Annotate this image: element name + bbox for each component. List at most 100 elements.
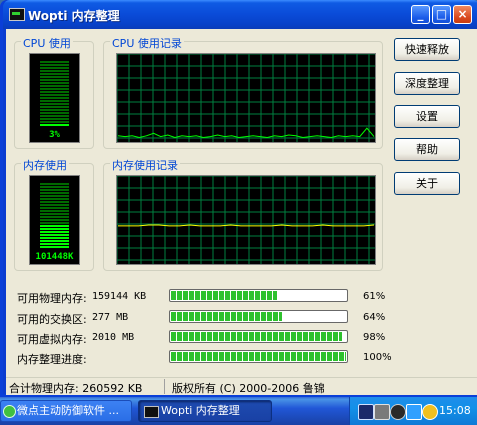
progress-fill bbox=[171, 291, 277, 300]
meter-segment bbox=[40, 76, 69, 78]
meter-segment bbox=[40, 124, 69, 126]
settings-button[interactable]: 设置 bbox=[394, 105, 460, 128]
mem-history-group: 内存使用记录 bbox=[103, 157, 383, 271]
meter-segment bbox=[40, 100, 69, 102]
stat-label: 可用物理内存: bbox=[17, 292, 87, 305]
taskbar-item-label: 微点主动防御软件 ... bbox=[17, 404, 119, 417]
meter-segment bbox=[40, 222, 69, 224]
taskbar-item-defense[interactable]: 微点主动防御软件 ... bbox=[0, 400, 132, 422]
meter-segment bbox=[40, 201, 69, 203]
stat-value: 277 MB bbox=[92, 312, 129, 323]
speaker-icon[interactable] bbox=[390, 404, 406, 420]
progress-bar bbox=[169, 289, 348, 302]
status-divider bbox=[164, 379, 165, 394]
shield-icon[interactable] bbox=[406, 404, 422, 420]
progress-bar bbox=[169, 350, 348, 363]
wopti-app-icon bbox=[144, 406, 159, 418]
stat-percent: 100% bbox=[363, 352, 392, 363]
monitor-icon[interactable] bbox=[358, 404, 374, 420]
mem-usage-group: 内存使用 101448K bbox=[14, 157, 94, 271]
cpu-usage-group: CPU 使用 3% bbox=[14, 35, 94, 149]
meter-segment bbox=[40, 70, 69, 72]
cpu-history-graph bbox=[116, 53, 376, 143]
cpu-meter-bars bbox=[40, 60, 69, 126]
progress-fill bbox=[171, 312, 283, 321]
cpu-usage-label: CPU 使用 bbox=[21, 35, 73, 51]
stat-value: 2010 MB bbox=[92, 332, 135, 343]
meter-segment bbox=[40, 234, 69, 236]
graph-svg bbox=[117, 176, 375, 264]
client-area: CPU 使用 3% CPU 使用记录 内存使用 101448K 内存使用记录 快… bbox=[6, 29, 477, 377]
graph-svg bbox=[117, 54, 375, 142]
defense-app-icon bbox=[3, 405, 16, 418]
clock: 15:08 bbox=[439, 404, 471, 417]
cpu-history-label: CPU 使用记录 bbox=[110, 35, 184, 51]
maximize-button[interactable]: □ bbox=[432, 5, 451, 24]
app-icon bbox=[9, 8, 25, 21]
quick-release-button[interactable]: 快速释放 bbox=[394, 38, 460, 61]
meter-segment bbox=[40, 219, 69, 221]
meter-segment bbox=[40, 61, 69, 63]
stat-percent: 61% bbox=[363, 291, 386, 302]
minimize-icon: _ bbox=[417, 7, 424, 21]
mem-meter-bars bbox=[40, 182, 69, 248]
meter-segment bbox=[40, 198, 69, 200]
progress-fill bbox=[171, 352, 346, 361]
meter-segment bbox=[40, 109, 69, 111]
stat-label: 内存整理进度: bbox=[17, 353, 87, 366]
meter-segment bbox=[40, 237, 69, 239]
meter-segment bbox=[40, 240, 69, 242]
meter-segment bbox=[40, 97, 69, 99]
meter-segment bbox=[40, 225, 69, 227]
minimize-button[interactable]: _ bbox=[411, 5, 430, 24]
mem-history-graph bbox=[116, 175, 376, 265]
about-button[interactable]: 关于 bbox=[394, 172, 460, 195]
meter-segment bbox=[40, 195, 69, 197]
status-bar: 合计物理内存: 260592 KB 版权所有 (C) 2000-2006 鲁锦 bbox=[6, 377, 477, 395]
meter-segment bbox=[40, 94, 69, 96]
mem-usage-label: 内存使用 bbox=[21, 157, 69, 173]
meter-segment bbox=[40, 228, 69, 230]
meter-segment bbox=[40, 243, 69, 245]
meter-segment bbox=[40, 121, 69, 123]
meter-segment bbox=[40, 192, 69, 194]
maximize-icon: □ bbox=[435, 7, 448, 21]
meter-segment bbox=[40, 85, 69, 87]
meter-segment bbox=[40, 88, 69, 90]
security-icon[interactable] bbox=[422, 404, 438, 420]
meter-segment bbox=[40, 186, 69, 188]
mem-meter: 101448K bbox=[29, 175, 80, 265]
stat-label: 可用的交换区: bbox=[17, 313, 87, 326]
mem-meter-value: 101448K bbox=[35, 252, 74, 262]
progress-bar bbox=[169, 310, 348, 323]
deep-clean-button[interactable]: 深度整理 bbox=[394, 72, 460, 95]
meter-segment bbox=[40, 67, 69, 69]
network-icon[interactable] bbox=[374, 404, 390, 420]
window-title: Wopti 内存整理 bbox=[28, 9, 120, 23]
close-icon: × bbox=[457, 7, 468, 21]
meter-segment bbox=[40, 246, 69, 248]
meter-segment bbox=[40, 91, 69, 93]
mem-history-label: 内存使用记录 bbox=[110, 157, 180, 173]
close-button[interactable]: × bbox=[453, 5, 472, 24]
meter-segment bbox=[40, 183, 69, 185]
meter-segment bbox=[40, 213, 69, 215]
meter-segment bbox=[40, 118, 69, 120]
meter-segment bbox=[40, 231, 69, 233]
stat-percent: 64% bbox=[363, 312, 386, 323]
progress-bar bbox=[169, 330, 348, 343]
stat-label: 可用虚拟内存: bbox=[17, 333, 87, 346]
meter-segment bbox=[40, 79, 69, 81]
cpu-meter: 3% bbox=[29, 53, 80, 143]
taskbar-item-wopti[interactable]: Wopti 内存整理 bbox=[138, 400, 272, 422]
history-line bbox=[117, 127, 375, 139]
progress-fill bbox=[171, 332, 343, 341]
meter-segment bbox=[40, 73, 69, 75]
status-copyright: 版权所有 (C) 2000-2006 鲁锦 bbox=[172, 382, 325, 395]
help-button[interactable]: 帮助 bbox=[394, 138, 460, 161]
cpu-meter-value: 3% bbox=[49, 130, 60, 140]
system-tray: 15:08 bbox=[349, 397, 477, 425]
meter-segment bbox=[40, 115, 69, 117]
meter-segment bbox=[40, 103, 69, 105]
title-bar[interactable]: Wopti 内存整理 _ □ × bbox=[3, 0, 477, 29]
